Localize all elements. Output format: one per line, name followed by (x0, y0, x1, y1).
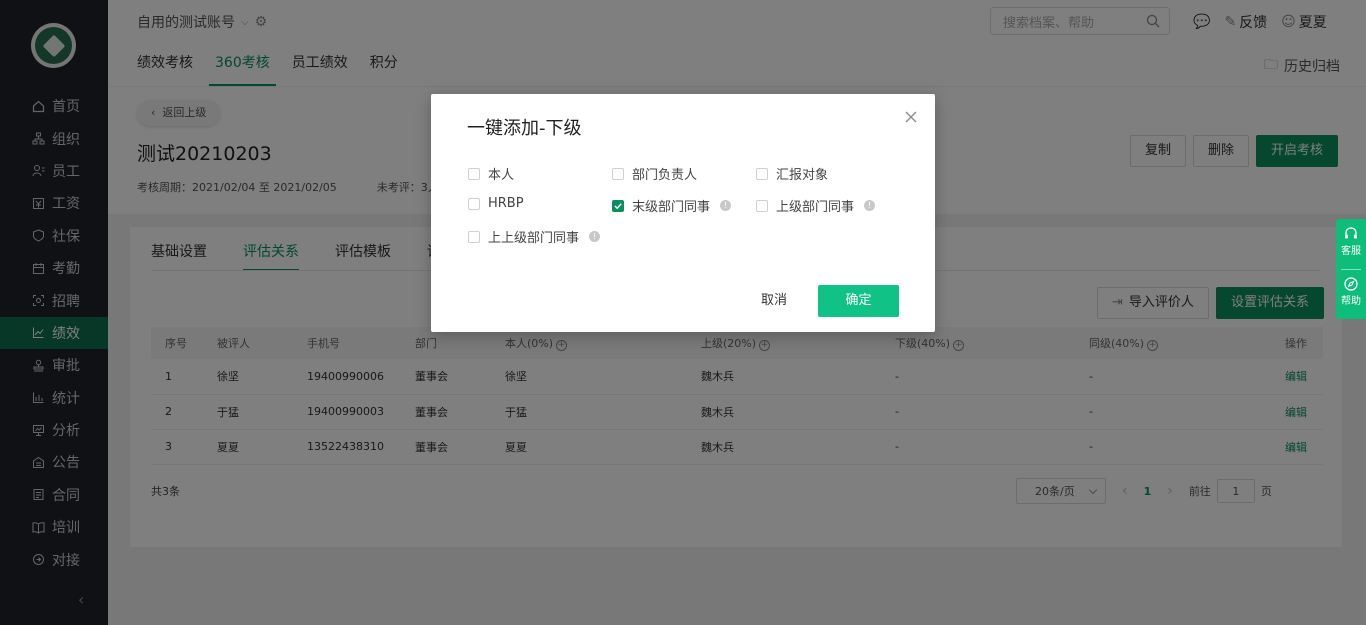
checkbox-checked[interactable] (612, 199, 624, 212)
confirm-button[interactable]: 确定 (818, 285, 899, 317)
option-grandparent-dept-colleague[interactable]: 上上级部门同事! (468, 227, 601, 246)
option-label: 上上级部门同事 (488, 231, 580, 246)
checkbox[interactable] (756, 167, 768, 180)
floating-toolbar: 客服 帮助 (1336, 219, 1366, 319)
close-icon[interactable] (902, 108, 920, 126)
customer-service-button[interactable]: 客服 (1341, 219, 1361, 269)
option-leaf-dept-colleague[interactable]: 末级部门同事! (612, 196, 732, 215)
checkbox[interactable] (468, 197, 480, 210)
option-report-to[interactable]: 汇报对象 (756, 164, 828, 183)
option-label: 本人 (488, 168, 515, 183)
cancel-button[interactable]: 取消 (747, 285, 801, 317)
compass-icon (1344, 277, 1358, 292)
help-button[interactable]: 帮助 (1341, 269, 1361, 319)
checkbox[interactable] (468, 230, 480, 243)
service-label: 客服 (1341, 246, 1361, 257)
option-label: 部门负责人 (632, 168, 698, 183)
option-label: 汇报对象 (776, 168, 829, 183)
checkbox[interactable] (468, 167, 480, 180)
option-parent-dept-colleague[interactable]: 上级部门同事! (756, 196, 876, 215)
option-self[interactable]: 本人 (468, 164, 514, 183)
help-label: 帮助 (1341, 296, 1361, 308)
info-icon[interactable]: ! (720, 200, 732, 211)
dialog-title: 一键添加-下级 (467, 118, 582, 139)
option-label: 上级部门同事 (776, 200, 855, 215)
option-label: 末级部门同事 (632, 200, 711, 215)
check-icon (614, 202, 622, 209)
info-icon[interactable]: ! (589, 231, 601, 242)
option-hrbp[interactable]: HRBP (468, 196, 524, 211)
checkbox[interactable] (756, 199, 768, 212)
headset-icon (1345, 227, 1357, 239)
quick-add-dialog: 一键添加-下级 本人 部门负责人 汇报对象 HRBP 末级部门同事! 上级部门同… (431, 94, 935, 332)
checkbox[interactable] (612, 167, 624, 180)
option-dept-head[interactable]: 部门负责人 (612, 164, 697, 183)
option-label: HRBP (488, 196, 524, 211)
info-icon[interactable]: ! (864, 200, 876, 211)
